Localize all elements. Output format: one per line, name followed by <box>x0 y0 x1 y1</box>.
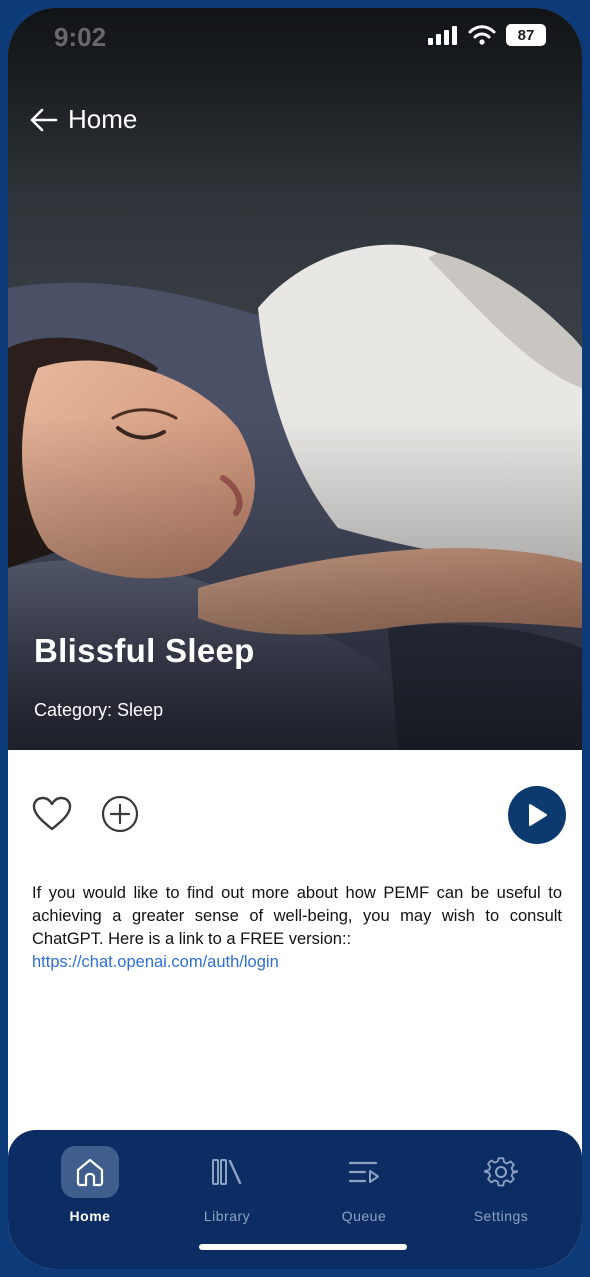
nav-label-settings: Settings <box>473 1208 529 1224</box>
track-description: If you would like to find out more about… <box>32 882 562 974</box>
nav-item-library[interactable]: Library <box>172 1146 282 1236</box>
favorite-button[interactable] <box>32 796 72 836</box>
back-label: Home <box>68 104 138 134</box>
play-button[interactable] <box>508 786 566 844</box>
nav-item-queue[interactable]: Queue <box>309 1146 419 1236</box>
plus-circle-icon <box>101 795 139 833</box>
nav-icon-library <box>198 1146 256 1198</box>
library-icon <box>212 1159 242 1185</box>
add-to-queue-button[interactable] <box>100 794 140 838</box>
status-time: 9:02 <box>54 22 107 52</box>
battery-icon: 87 <box>506 24 546 46</box>
app-screen: 9:02 87 Home Blissful Sleep Category: Sl… <box>8 8 582 1269</box>
wifi-icon <box>468 25 496 45</box>
track-title: Blissful Sleep <box>34 632 255 669</box>
nav-label-queue: Queue <box>341 1208 387 1224</box>
play-icon <box>529 804 547 826</box>
nav-label-library: Library <box>203 1208 251 1224</box>
back-button[interactable]: Home <box>30 104 137 135</box>
status-bar: 9:02 87 <box>8 8 582 68</box>
queue-icon <box>348 1161 379 1183</box>
nav-icon-queue <box>335 1146 393 1198</box>
chatgpt-link[interactable]: https://chat.openai.com/auth/login <box>32 951 562 974</box>
gear-icon <box>484 1157 518 1187</box>
description-text: If you would like to find out more about… <box>32 884 562 948</box>
nav-icon-home <box>61 1146 119 1198</box>
battery-level: 87 <box>517 26 535 44</box>
nav-icon-settings <box>472 1146 530 1198</box>
nav-item-settings[interactable]: Settings <box>446 1146 556 1236</box>
action-row <box>8 786 582 846</box>
track-category: Category: Sleep <box>34 700 164 720</box>
heart-icon <box>32 796 72 831</box>
nav-label-home: Home <box>69 1208 111 1224</box>
home-indicator <box>199 1244 407 1250</box>
signal-icon <box>428 26 457 45</box>
arrow-left-icon <box>30 108 58 131</box>
nav-item-home[interactable]: Home <box>35 1146 145 1236</box>
home-icon <box>76 1158 104 1187</box>
hero-image: 9:02 87 Home Blissful Sleep Category: Sl… <box>8 8 582 750</box>
status-indicators: 87 <box>428 24 546 46</box>
